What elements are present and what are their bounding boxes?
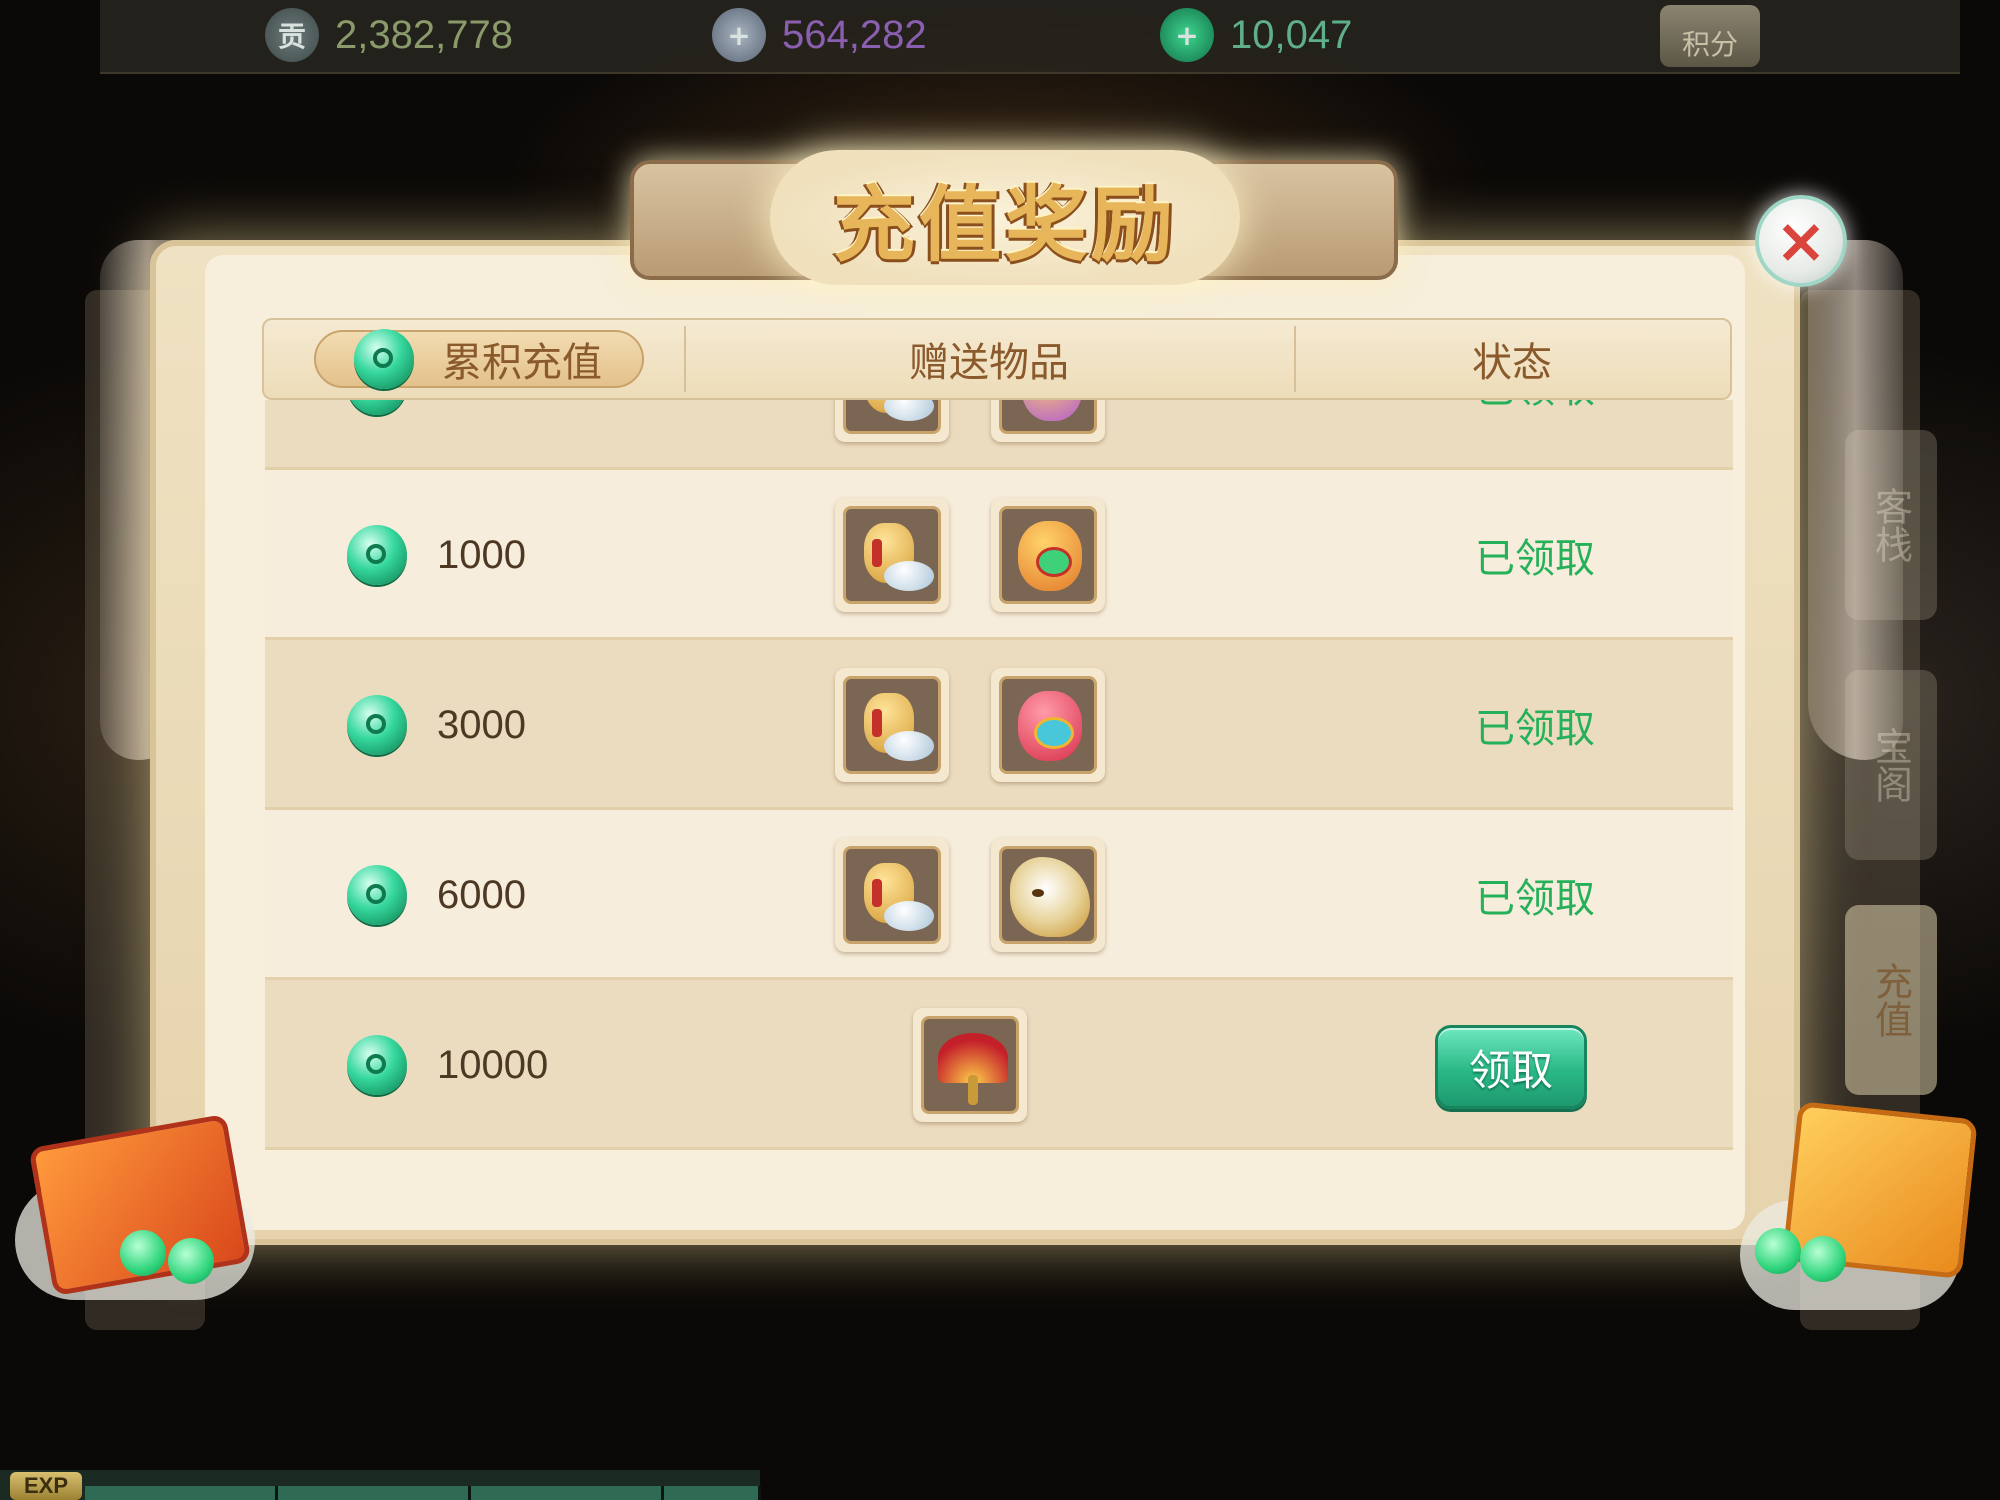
- jade-coin-icon: [347, 695, 407, 755]
- recharge-amount: 1000: [437, 532, 526, 577]
- header-gift-items: 赠送物品: [909, 340, 1069, 386]
- resource-jade[interactable]: + 10,047: [1160, 8, 1352, 62]
- score-button[interactable]: 积分: [1660, 5, 1760, 67]
- jade-coin-icon: [347, 525, 407, 585]
- status-claimed: 已领取: [1475, 876, 1595, 922]
- contribution-coin-icon: 贡: [265, 8, 319, 62]
- purple-bag-item[interactable]: [991, 400, 1105, 442]
- red-knot-bag-item[interactable]: [991, 668, 1105, 782]
- status-claimed: 已领取: [1475, 706, 1595, 752]
- silver-bag-item[interactable]: [835, 400, 949, 442]
- jade-coin-icon: [120, 1230, 166, 1276]
- table-header: 累积充值 赠送物品 状态: [262, 318, 1732, 400]
- exp-segment: [278, 1486, 471, 1500]
- jade-coin-icon: [347, 865, 407, 925]
- jade-coin-icon: [168, 1238, 214, 1284]
- jade-coin-icon: [354, 329, 414, 389]
- resource-contribution: 贡 2,382,778: [265, 8, 513, 62]
- header-status: 状态: [1472, 340, 1552, 386]
- green-knot-bag-item[interactable]: [991, 498, 1105, 612]
- silver-bag-item[interactable]: [835, 838, 949, 952]
- silver-bag-item[interactable]: [835, 498, 949, 612]
- dialog-title: 充值奖励: [832, 177, 1177, 273]
- recharge-amount: 500: [437, 400, 504, 415]
- exp-segment: [664, 1486, 761, 1500]
- right-curtain-decoration: [1808, 240, 1903, 760]
- status-claimed: 已领取: [1475, 536, 1595, 582]
- header-cumulative-recharge: 累积充值: [442, 340, 602, 386]
- silver-value: 564,282: [782, 12, 927, 57]
- phoenix-fan-item[interactable]: [913, 1008, 1027, 1122]
- exp-segment: [85, 1486, 278, 1500]
- reward-list[interactable]: 500 已领取 1000 已领取 3000 已领取 6000: [265, 400, 1733, 1165]
- close-button[interactable]: ×: [1755, 195, 1847, 287]
- recharge-amount: 6000: [437, 872, 526, 917]
- recharge-amount: 3000: [437, 702, 526, 747]
- side-tab-recharge[interactable]: 充值: [1845, 905, 1937, 1095]
- silver-bag-item[interactable]: [835, 668, 949, 782]
- recharge-amount: 10000: [437, 1042, 549, 1087]
- header-cumulative-tab: 累积充值: [314, 329, 644, 389]
- jade-coin-icon: [1800, 1236, 1846, 1282]
- close-icon[interactable]: ×: [1775, 210, 1827, 272]
- silver-ingot-icon[interactable]: +: [712, 8, 766, 62]
- exp-label: EXP: [10, 1472, 82, 1500]
- table-row: 1000 已领取: [265, 470, 1733, 640]
- jade-value: 10,047: [1230, 12, 1353, 57]
- jade-coin-icon: [347, 1035, 407, 1095]
- jade-coin-icon[interactable]: +: [1160, 8, 1214, 62]
- table-row: 3000 已领取: [265, 640, 1733, 810]
- jade-coin-icon: [1755, 1228, 1801, 1274]
- contribution-value: 2,382,778: [335, 12, 513, 57]
- status-claimed: 已领取: [1425, 400, 1645, 415]
- resource-silver[interactable]: + 564,282: [712, 8, 927, 62]
- jade-coin-icon: [347, 400, 407, 415]
- table-row: 6000 已领取: [265, 810, 1733, 980]
- exp-segment: [471, 1486, 664, 1500]
- table-row: 10000 领取: [265, 980, 1733, 1150]
- table-row: 500 已领取: [265, 400, 1733, 470]
- dragon-mount-item[interactable]: [991, 838, 1105, 952]
- resource-bar: 贡 2,382,778 + 564,282 + 10,047 积分: [100, 0, 1960, 74]
- claim-button[interactable]: 领取: [1435, 1025, 1587, 1109]
